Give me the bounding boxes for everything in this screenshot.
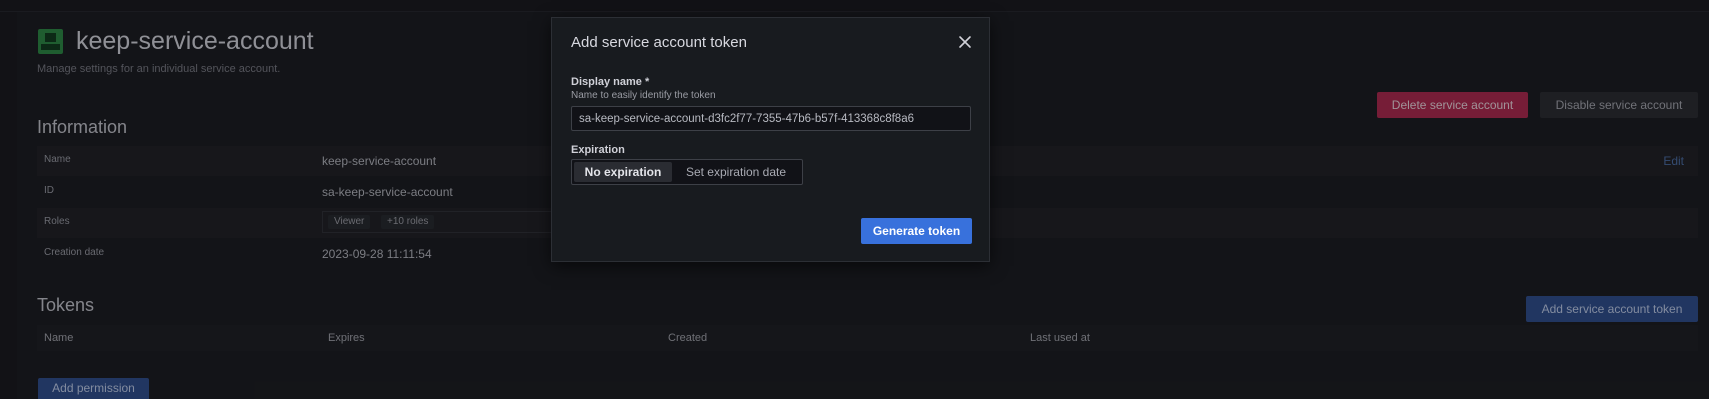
no-expiration-option[interactable]: No expiration <box>574 162 672 182</box>
display-name-label: Display name * <box>571 76 650 88</box>
expiration-label: Expiration <box>571 144 625 156</box>
generate-token-button[interactable]: Generate token <box>861 218 972 244</box>
add-token-modal: Add service account token Display name *… <box>551 17 990 262</box>
expiration-radio-group: No expiration Set expiration date <box>571 159 803 185</box>
set-expiration-date-option[interactable]: Set expiration date <box>676 162 796 182</box>
modal-title: Add service account token <box>571 34 747 51</box>
display-name-input[interactable] <box>571 106 971 131</box>
display-name-description: Name to easily identify the token <box>571 90 716 101</box>
close-icon[interactable] <box>956 33 974 51</box>
